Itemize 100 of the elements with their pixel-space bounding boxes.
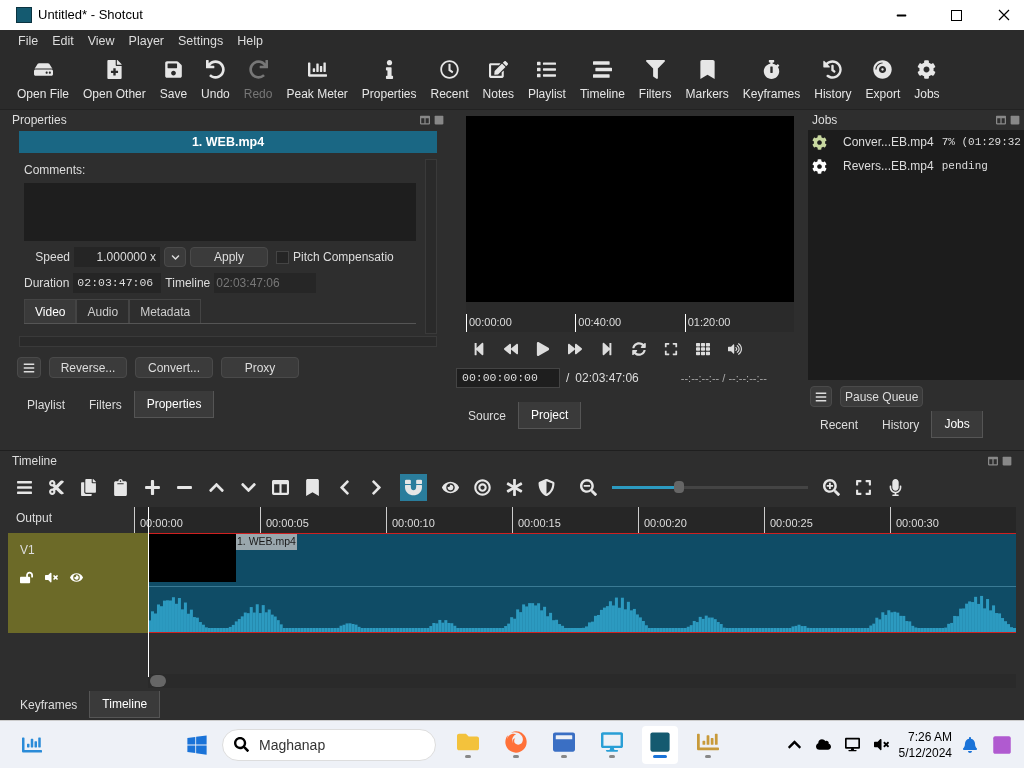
play-icon[interactable] xyxy=(536,342,550,356)
file-plus-icon xyxy=(104,59,124,79)
tab[interactable]: Jobs xyxy=(931,411,983,438)
toolbar-button[interactable]: Export xyxy=(858,59,908,103)
zoom-out-icon[interactable] xyxy=(580,478,597,496)
tab[interactable]: Recent xyxy=(808,411,871,438)
cloud-icon[interactable] xyxy=(815,737,831,752)
speed-field[interactable]: 1.000000 x xyxy=(74,247,160,267)
loop-icon[interactable] xyxy=(632,342,646,356)
toolbar-button[interactable]: Filters xyxy=(631,59,679,103)
fast-forward-icon[interactable] xyxy=(568,342,582,356)
plus-icon[interactable] xyxy=(144,478,161,496)
field-label: Timeline xyxy=(165,275,211,292)
action-button[interactable]: Reverse... xyxy=(49,357,127,378)
toolbar-button[interactable]: Playlist xyxy=(520,59,573,103)
menu-item[interactable]: Help xyxy=(237,32,263,51)
clip[interactable]: 1. WEB.mp4 xyxy=(148,533,1016,633)
marker-icon[interactable] xyxy=(304,478,321,496)
tab[interactable]: History xyxy=(870,411,932,438)
tab[interactable]: Metadata xyxy=(129,299,202,323)
tab[interactable]: Properties xyxy=(133,391,215,418)
bell-icon[interactable] xyxy=(962,736,978,753)
skip-forward-icon[interactable] xyxy=(600,342,614,356)
clipboard-icon[interactable] xyxy=(112,478,129,496)
mute-icon[interactable] xyxy=(873,737,889,752)
maximize-icon[interactable] xyxy=(951,9,962,21)
zoom-slider[interactable] xyxy=(612,481,808,493)
toolbar-button[interactable]: Recent xyxy=(423,59,476,103)
menu-icon[interactable] xyxy=(16,478,33,496)
menu-item[interactable]: View xyxy=(87,32,115,51)
close-icon[interactable] xyxy=(998,9,1010,21)
asterisk-icon[interactable] xyxy=(506,478,523,496)
rewind-icon[interactable] xyxy=(504,342,518,356)
tab[interactable]: Keyframes xyxy=(8,691,90,718)
apply-button[interactable]: Apply xyxy=(190,247,268,267)
search-field[interactable]: Maghanap xyxy=(222,728,436,761)
tab[interactable]: Timeline xyxy=(89,691,161,718)
tab[interactable]: Filters xyxy=(77,391,134,418)
preset-dropdown[interactable] xyxy=(164,247,186,267)
menu-icon xyxy=(815,390,827,403)
float-icon[interactable] xyxy=(996,115,1006,125)
toolbar-button[interactable]: Properties xyxy=(354,59,424,103)
toolbar-button[interactable]: Undo xyxy=(194,59,237,103)
float-icon[interactable] xyxy=(420,115,430,125)
tab[interactable]: Video xyxy=(24,299,77,323)
copy-icon[interactable] xyxy=(80,478,97,496)
timecode-field[interactable]: 00:00:00:00 xyxy=(456,368,560,388)
tab[interactable]: Playlist xyxy=(15,391,77,418)
clock-time[interactable]: 7:26 AM xyxy=(907,728,952,745)
toolbar-button[interactable]: Peak Meter xyxy=(279,59,355,103)
grid-icon[interactable] xyxy=(696,342,710,356)
menu-button[interactable] xyxy=(810,386,832,407)
menu-item[interactable]: Player xyxy=(128,32,164,51)
magnet-icon[interactable] xyxy=(400,473,427,501)
toolbar-button[interactable]: Open Other xyxy=(76,59,153,103)
job-name[interactable]: Revers...EB.mp4 xyxy=(843,157,934,175)
job-name[interactable]: Conver...EB.mp4 xyxy=(843,133,934,151)
toolbar-button[interactable]: Notes xyxy=(475,59,521,103)
taskbar-app[interactable] xyxy=(642,725,678,764)
unlock-icon[interactable] xyxy=(20,571,33,584)
tab[interactable]: Source xyxy=(456,402,519,429)
toolbar-button[interactable]: Open File xyxy=(10,59,77,103)
toolbar-button[interactable]: Markers xyxy=(678,59,736,103)
float-icon[interactable] xyxy=(988,456,998,466)
menu-item[interactable]: Edit xyxy=(52,32,74,51)
shield-icon[interactable] xyxy=(538,478,555,496)
skip-back-icon[interactable] xyxy=(472,342,486,356)
toolbar-button[interactable]: Jobs xyxy=(907,59,947,103)
pause-queue-button[interactable]: Pause Queue xyxy=(840,386,924,407)
menu-item[interactable]: Settings xyxy=(178,32,224,51)
eye-icon[interactable] xyxy=(70,571,83,584)
menu-button[interactable] xyxy=(17,357,41,378)
speaker-icon[interactable] xyxy=(45,571,58,584)
toolbar-button[interactable]: Timeline xyxy=(572,59,632,103)
start-icon[interactable] xyxy=(186,733,208,756)
window-icon xyxy=(553,731,575,753)
zoom-icon[interactable] xyxy=(664,342,678,356)
toolbar-button[interactable]: Save xyxy=(152,59,195,103)
slider-handle[interactable] xyxy=(673,481,684,493)
volume-icon[interactable] xyxy=(728,342,742,356)
scrollbar[interactable] xyxy=(148,674,1016,688)
monitor-icon[interactable] xyxy=(844,737,860,752)
tab[interactable]: Audio xyxy=(76,299,130,323)
toolbar-button[interactable]: Keyframes xyxy=(735,59,808,103)
toolbar-button[interactable]: History xyxy=(807,59,859,103)
target-icon[interactable] xyxy=(474,478,491,496)
pitch-checkbox[interactable] xyxy=(276,250,289,264)
action-button[interactable]: Proxy xyxy=(221,357,299,378)
duration-field[interactable]: 02:03:47:06 xyxy=(73,273,162,293)
tab[interactable]: Project xyxy=(518,402,582,429)
zoom-in-icon[interactable] xyxy=(823,478,840,496)
fit-icon[interactable] xyxy=(855,478,872,496)
clock-date[interactable]: 5/12/2024 xyxy=(898,744,952,761)
microphone-icon[interactable] xyxy=(887,478,904,496)
timeline-field: 02:03:47:06 xyxy=(214,273,317,293)
action-button[interactable]: Convert... xyxy=(135,357,213,378)
player-ruler[interactable]: 00:00:00 00:40:00 01:20:00 xyxy=(466,302,794,332)
scissors-icon[interactable] xyxy=(48,478,65,496)
menu-item[interactable]: File xyxy=(18,32,39,51)
split-icon[interactable] xyxy=(272,478,289,496)
